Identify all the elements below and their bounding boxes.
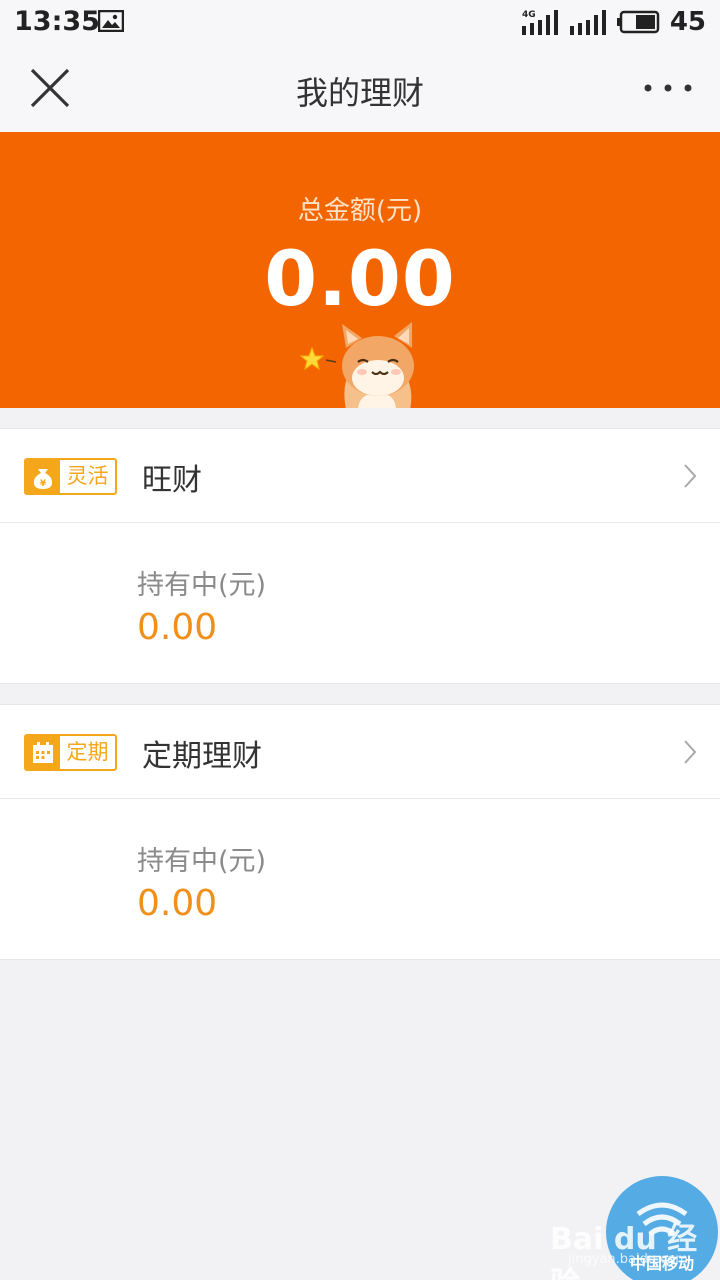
status-time: 13:35 [14, 6, 100, 37]
chevron-right-icon[interactable] [682, 462, 698, 490]
product-card-flexible[interactable]: ¥ 灵活 旺财 持有中(元) 0.00 [0, 428, 720, 684]
holding-value: 0.00 [137, 607, 218, 648]
baidu-jingyan-watermark: Bai du 经验 jingyan.baidu.com 中国移动 [550, 1166, 720, 1280]
product-tag-label: 定期 [66, 740, 109, 764]
product-tag-label: 灵活 [66, 464, 109, 488]
product-name: 定期理财 [142, 739, 262, 774]
product-tag: 定期 [24, 734, 117, 771]
calendar-icon [26, 736, 60, 769]
product-holding: 持有中(元) 0.00 [0, 799, 720, 959]
holding-label: 持有中(元) [137, 846, 267, 877]
product-tag: ¥ 灵活 [24, 458, 117, 495]
watermark-brand: 中国移动 [630, 1254, 695, 1273]
more-icon[interactable] [642, 76, 694, 100]
page-title: 我的理财 [295, 74, 424, 112]
product-header[interactable]: 定期 定期理财 [0, 705, 720, 799]
battery-icon [616, 10, 660, 34]
product-header[interactable]: ¥ 灵活 旺财 [0, 429, 720, 523]
nav-bar: 我的理财 [0, 44, 720, 132]
shiba-dog-mascot-icon [299, 322, 414, 408]
total-amount-label: 总金额(元) [297, 196, 423, 226]
chevron-right-icon[interactable] [682, 738, 698, 766]
status-bar: 13:35 4G 45 [0, 0, 720, 44]
network-label: 4G [522, 10, 536, 20]
gallery-icon [98, 10, 124, 32]
battery-level: 45 [669, 7, 706, 37]
product-holding: 持有中(元) 0.00 [0, 523, 720, 683]
total-amount-banner: 总金额(元) 0.00 [0, 132, 720, 408]
product-card-fixed-term[interactable]: 定期 定期理财 持有中(元) 0.00 [0, 704, 720, 960]
signal-icon [569, 10, 606, 35]
money-bag-icon: ¥ [26, 460, 60, 493]
product-name: 旺财 [142, 463, 202, 498]
signal-4g-icon: 4G [521, 10, 558, 35]
holding-label: 持有中(元) [137, 570, 267, 601]
svg-text:¥: ¥ [40, 479, 47, 489]
total-amount-value: 0.00 [264, 234, 456, 323]
holding-value: 0.00 [137, 883, 218, 924]
